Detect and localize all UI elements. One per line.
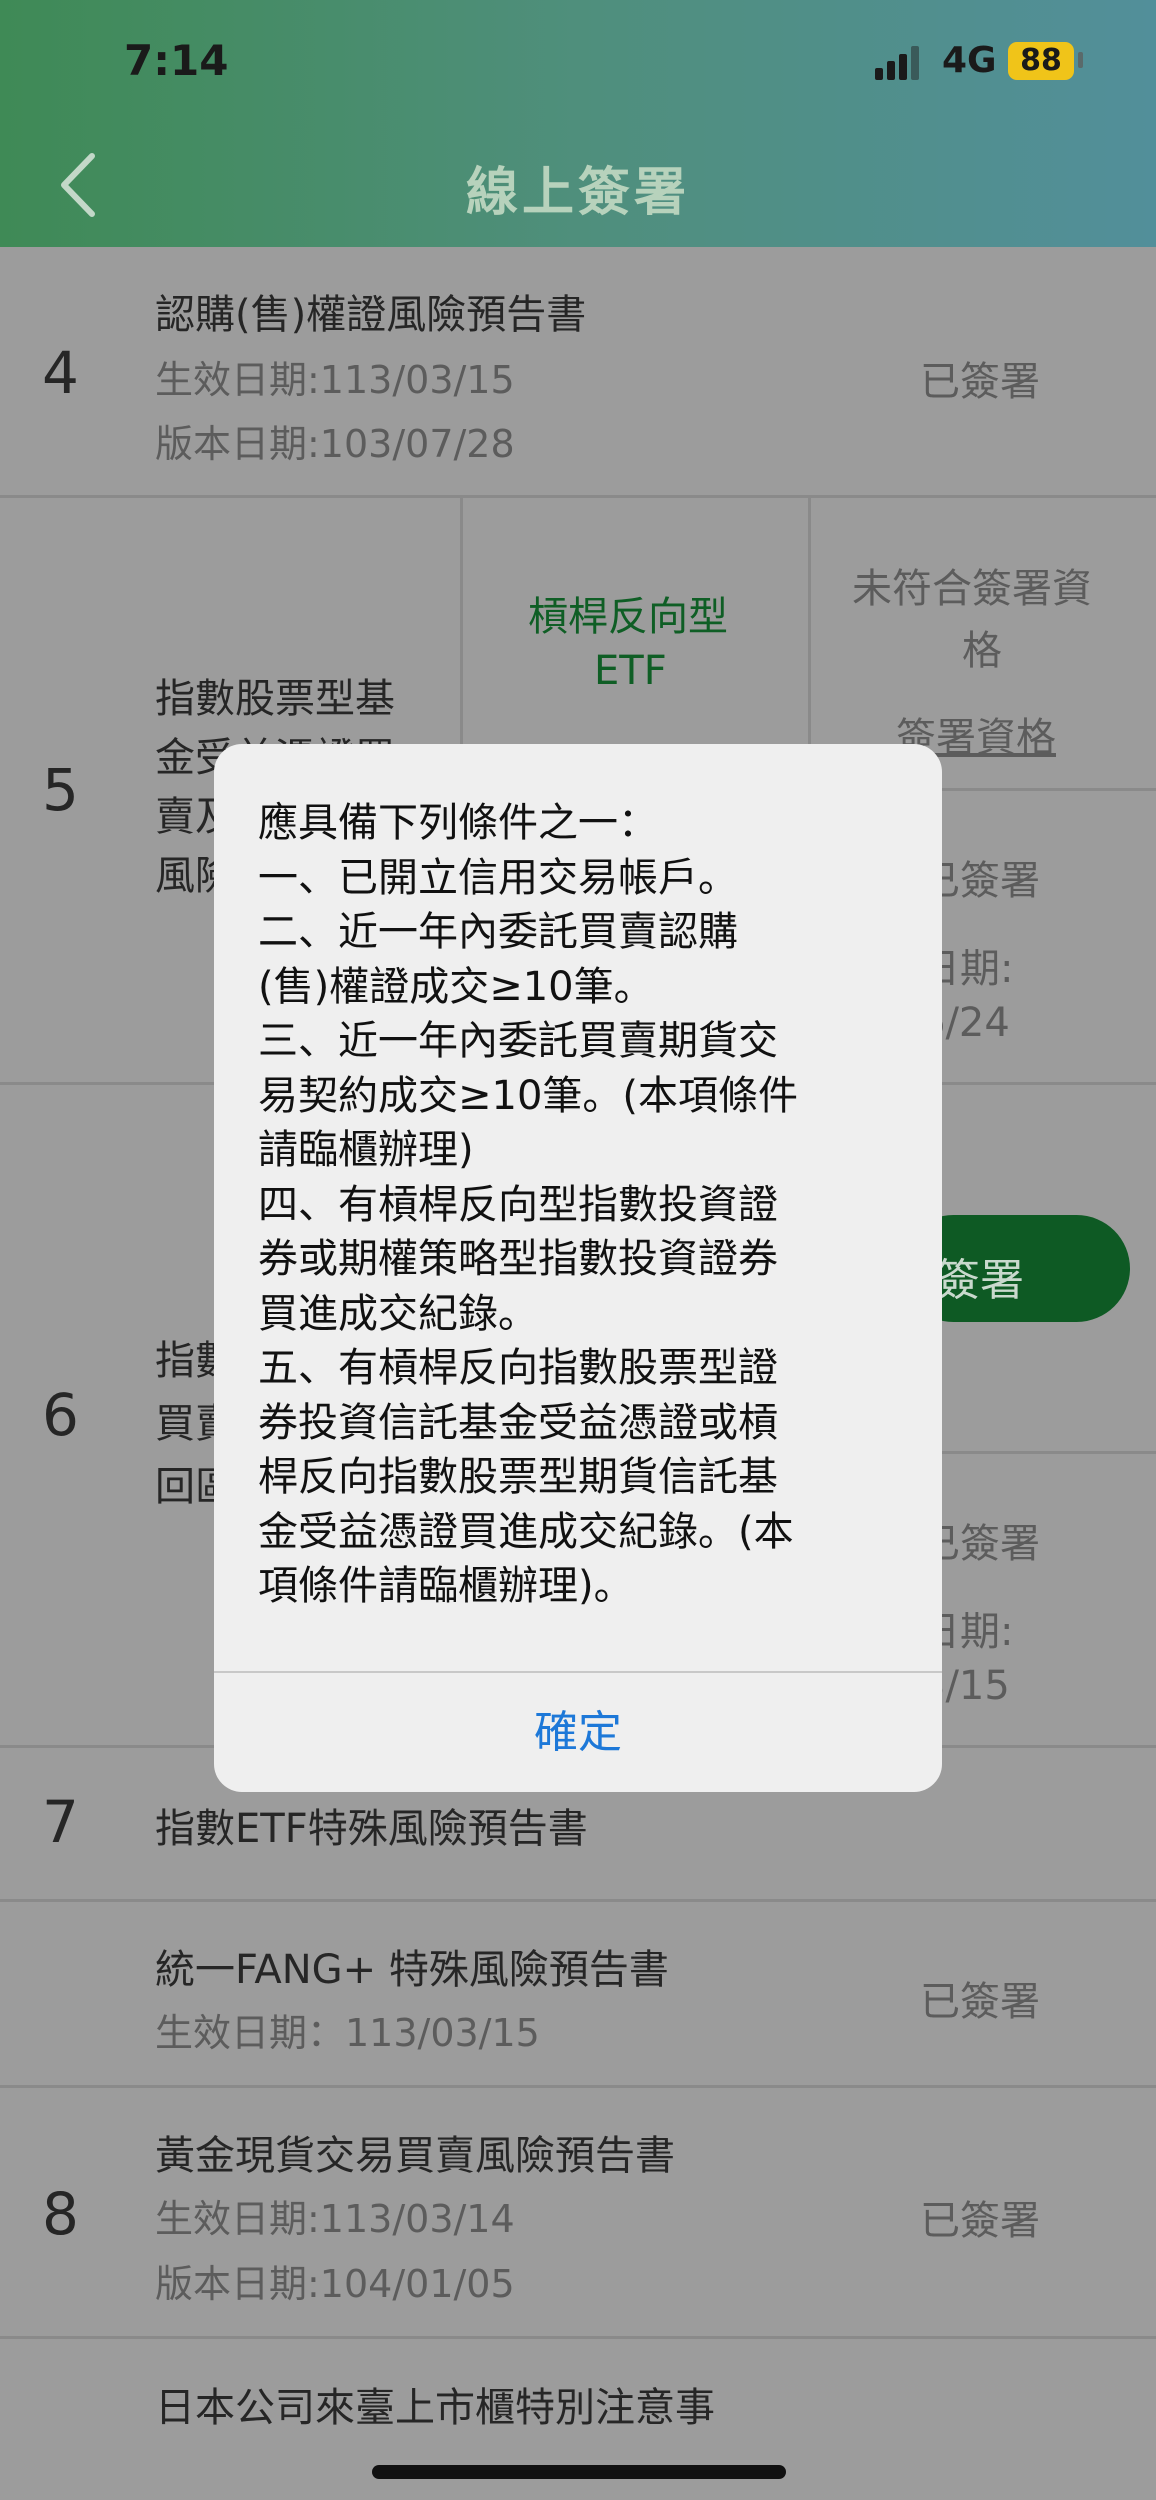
row-number: 8 bbox=[42, 2180, 79, 2248]
confirm-button[interactable]: 確定 bbox=[214, 1673, 942, 1792]
document-title: 黃金現貨交易買賣風險預告書 bbox=[155, 2133, 675, 2179]
version-date: 版本日期:104/01/05 bbox=[155, 2262, 515, 2306]
battery-icon: 88 bbox=[1008, 42, 1074, 80]
signal-icon bbox=[875, 46, 921, 80]
alert-line: 四、有槓桿反向型指數投資證 bbox=[258, 1181, 778, 1228]
document-row-8[interactable]: 8 黃金現貨交易買賣風險預告書 生效日期:113/03/14 版本日期:104/… bbox=[0, 2088, 1156, 2339]
status-label: 已簽署 bbox=[920, 359, 1040, 405]
navigation-bar: 7:14 4G 88 線上簽署 bbox=[0, 0, 1156, 247]
row-number: 5 bbox=[42, 756, 79, 824]
row-number: 7 bbox=[42, 1788, 79, 1856]
row-number: 6 bbox=[42, 1381, 79, 1449]
alert-line: 金受益憑證買進成交紀錄。(本 bbox=[258, 1508, 794, 1555]
home-indicator[interactable] bbox=[372, 2465, 786, 2479]
alert-line: (售)權證成交≥10筆。 bbox=[258, 963, 654, 1010]
alert-line: 應具備下列條件之一： bbox=[258, 800, 658, 846]
category-label: ETF bbox=[594, 648, 667, 694]
document-title: 認購(售)權證風險預告書 bbox=[155, 292, 587, 338]
alert-dialog: 應具備下列條件之一： 一、已開立信用交易帳戶。 二、近一年內委託買賣認購 (售)… bbox=[214, 744, 942, 1792]
eligibility-status: 格 bbox=[962, 628, 1002, 674]
battery-tip bbox=[1078, 52, 1083, 68]
alert-line: 五、有槓桿反向指數股票型證 bbox=[258, 1345, 778, 1391]
alert-line: 桿反向指數股票型期貨信託基 bbox=[258, 1454, 778, 1500]
status-time: 7:14 bbox=[124, 36, 229, 85]
alert-line: 易契約成交≥10筆。(本項條件 bbox=[258, 1072, 799, 1119]
eligibility-status: 未符合簽署資 bbox=[852, 566, 1092, 612]
version-date: 版本日期:103/07/28 bbox=[155, 422, 515, 466]
status-label: 已簽署 bbox=[920, 2198, 1040, 2244]
effective-date: 生效日期：113/03/15 bbox=[155, 2011, 540, 2055]
document-title: 日本公司來臺上市櫃特別注意事 bbox=[155, 2385, 715, 2431]
alert-line: 一、已開立信用交易帳戶。 bbox=[258, 854, 738, 901]
status-label: 已簽署 bbox=[920, 1979, 1040, 2025]
category-label: 槓桿反向型 bbox=[528, 594, 728, 640]
document-row-4[interactable]: 4 認購(售)權證風險預告書 生效日期:113/03/15 版本日期:103/0… bbox=[0, 247, 1156, 498]
alert-line: 券投資信託基金受益憑證或槓 bbox=[258, 1399, 778, 1446]
sign-button-label: 簽署 bbox=[936, 1255, 1024, 1306]
alert-line: 三、近一年內委託買賣期貨交 bbox=[258, 1018, 778, 1064]
effective-date: 生效日期:113/03/15 bbox=[155, 358, 515, 402]
alert-line: 券或期權策略型指數投資證券 bbox=[258, 1236, 778, 1282]
row-number: 4 bbox=[42, 339, 79, 407]
document-title: 指數ETF特殊風險預告書 bbox=[155, 1806, 588, 1852]
alert-line: 項條件請臨櫃辦理)。 bbox=[258, 1563, 634, 1609]
alert-line: 請臨櫃辦理) bbox=[258, 1127, 474, 1173]
alert-line: 買進成交紀錄。 bbox=[258, 1290, 538, 1337]
page-title: 線上簽署 bbox=[465, 163, 690, 223]
document-row-7-fang[interactable]: 統一FANG+ 特殊風險預告書 生效日期：113/03/15 已簽署 bbox=[0, 1902, 1156, 2088]
network-label: 4G bbox=[942, 40, 997, 81]
alert-message: 應具備下列條件之一： 一、已開立信用交易帳戶。 二、近一年內委託買賣認購 (售)… bbox=[258, 796, 908, 1614]
effective-date: 生效日期:113/03/14 bbox=[155, 2197, 515, 2241]
alert-line: 二、近一年內委託買賣認購 bbox=[258, 909, 738, 955]
document-title: 統一FANG+ 特殊風險預告書 bbox=[155, 1947, 669, 1993]
document-title-line: 指數股票型基 bbox=[155, 676, 395, 722]
